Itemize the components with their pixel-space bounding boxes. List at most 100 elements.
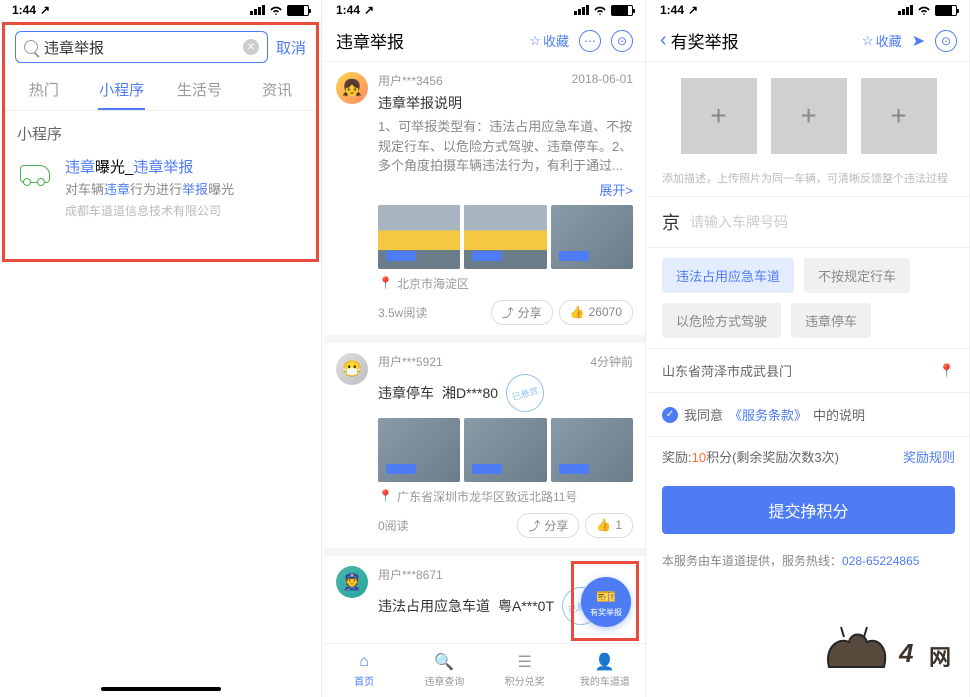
tag-option[interactable]: 违法占用应急车道 — [662, 258, 794, 293]
status-bar: 1:44 ↗ — [648, 0, 969, 20]
post-user: 用户***5921 — [378, 353, 443, 370]
clear-icon[interactable]: ✕ — [243, 39, 259, 55]
upload-slot[interactable]: + — [771, 78, 847, 154]
reads-count: 0阅读 — [378, 517, 409, 534]
signal-icon — [250, 5, 265, 15]
fab-label: 有奖举报 — [590, 607, 622, 618]
nav-points[interactable]: ☰积分兑奖 — [485, 644, 565, 697]
post-item[interactable]: 👧 用户***34562018-06-01 违章举报说明 1、可举报类型有：违法… — [324, 62, 645, 343]
nav-mine[interactable]: 👤我的车道道 — [565, 644, 645, 697]
post-location: 📍 北京市海淀区 — [378, 275, 633, 292]
expand-button[interactable]: 展开> — [378, 180, 633, 199]
battery-icon — [287, 5, 309, 16]
ticket-icon: 🎫 — [596, 587, 616, 607]
close-button[interactable]: ⊙ — [935, 30, 957, 52]
status-bar: 1:44 ↗ — [324, 0, 645, 20]
search-result-item[interactable]: 违章曝光_违章举报 对车辆违章行为进行举报曝光 成都车道道信息技术有限公司 — [17, 156, 304, 219]
tag-option[interactable]: 以危险方式驾驶 — [662, 303, 781, 338]
user-icon: 👤 — [595, 653, 615, 671]
terms-link[interactable]: 《服务条款》 — [729, 405, 807, 424]
upload-row: + + + — [648, 62, 969, 170]
page-title: 有奖举报 — [671, 28, 862, 53]
tab-news[interactable]: 资讯 — [238, 69, 316, 110]
agree-row[interactable]: ✓ 我同意 《服务条款》 中的说明 — [648, 393, 969, 436]
like-button[interactable]: 👍 1 — [585, 513, 633, 538]
result-title: 违章曝光_违章举报 — [65, 156, 304, 177]
tab-miniapp[interactable]: 小程序 — [83, 69, 161, 110]
hotline-link[interactable]: 028-65224865 — [842, 554, 919, 568]
share-button[interactable]: ⤴ 分享 — [517, 513, 579, 538]
stamp-icon: 已悬赏 — [502, 369, 549, 416]
post-item[interactable]: 😷 用户***59214分钟前 违章停车 湘D***80 已悬赏 📍 广东省深圳… — [324, 343, 645, 556]
favorite-button[interactable]: ☆ 收藏 — [862, 31, 902, 50]
wifi-icon — [917, 5, 931, 15]
status-time: 1:44 — [12, 3, 36, 17]
fab-report-button[interactable]: 🎫 有奖举报 — [581, 577, 631, 627]
wifi-icon — [593, 5, 607, 15]
tag-option[interactable]: 违章停车 — [791, 303, 871, 338]
battery-icon — [935, 5, 957, 16]
plate-prefix[interactable]: 京 — [662, 209, 680, 235]
plate-number: 粤A***0T — [498, 596, 554, 616]
post-images[interactable] — [378, 205, 633, 269]
status-time: 1:44 — [336, 3, 360, 17]
car-icon — [17, 156, 53, 192]
screen-2-feed: 1:44 ↗ 违章举报 ☆ 收藏 ⋯ ⊙ 👧 用户***34562018-06-0… — [324, 0, 646, 697]
status-bar: 1:44 ↗ — [0, 0, 321, 20]
tag-option[interactable]: 不按规定行车 — [804, 258, 910, 293]
upload-slot[interactable]: + — [861, 78, 937, 154]
plate-input[interactable]: 请输入车牌号码 — [690, 212, 788, 232]
reward-rules-link[interactable]: 奖励规则 — [903, 447, 955, 466]
svg-text:4: 4 — [898, 638, 914, 668]
location-arrow-icon: ↗ — [364, 3, 374, 17]
upload-hint: 添加描述，上传照片为同一车辆，可清晰反馈整个违法过程 — [648, 170, 969, 196]
search-icon: 🔍 — [434, 653, 454, 671]
avatar: 😷 — [336, 353, 368, 385]
post-images[interactable] — [378, 418, 633, 482]
nav-query[interactable]: 🔍违章查询 — [404, 644, 484, 697]
plate-number: 湘D***80 — [442, 383, 498, 403]
back-button[interactable]: ‹ — [660, 29, 667, 52]
status-time: 1:44 — [660, 3, 684, 17]
upload-slot[interactable]: + — [681, 78, 757, 154]
checkbox-checked-icon[interactable]: ✓ — [662, 407, 678, 423]
search-value: 违章举报 — [44, 37, 237, 58]
reads-count: 3.5w阅读 — [378, 304, 427, 321]
post-location: 📍 广东省深圳市龙华区致远北路11号 — [378, 488, 633, 505]
reward-row: 奖励:10积分(剩余奖励次数3次) 奖励规则 — [648, 437, 969, 476]
location-arrow-icon: ↗ — [40, 3, 50, 17]
watermark: 4网 — [809, 617, 969, 677]
wifi-icon — [269, 5, 283, 15]
search-icon — [24, 40, 38, 54]
search-input[interactable]: 违章举报 ✕ — [15, 31, 268, 63]
search-row: 违章举报 ✕ 取消 — [5, 25, 316, 69]
reward-number: 10 — [692, 450, 706, 465]
tab-life[interactable]: 生活号 — [161, 69, 239, 110]
screen-1-search: 1:44 ↗ 违章举报 ✕ 取消 热门 小程序 生活号 资讯 小程序 — [0, 0, 322, 697]
tabs: 热门 小程序 生活号 资讯 — [5, 69, 316, 111]
cancel-button[interactable]: 取消 — [276, 37, 306, 58]
service-note: 本服务由车道道提供，服务热线：028-65224865 — [648, 544, 969, 577]
plate-input-row[interactable]: 京 请输入车牌号码 — [648, 197, 969, 247]
submit-button[interactable]: 提交挣积分 — [662, 486, 955, 534]
result-desc: 对车辆违章行为进行举报曝光 — [65, 179, 304, 198]
location-row[interactable]: 山东省菏泽市成武县门 📍 — [648, 349, 969, 392]
screen-3-report-form: 1:44 ↗ ‹ 有奖举报 ☆ 收藏 ➤ ⊙ + + + 添加描述，上传照片为同一… — [648, 0, 970, 697]
nav-home[interactable]: ⌂首页 — [324, 644, 404, 697]
signal-icon — [898, 5, 913, 15]
violation-tags: 违法占用应急车道 不按规定行车 以危险方式驾驶 违章停车 — [648, 248, 969, 348]
favorite-button[interactable]: ☆ 收藏 — [529, 31, 569, 50]
share-button[interactable]: ⤴ 分享 — [491, 300, 553, 325]
home-indicator[interactable] — [101, 687, 221, 691]
post-time: 4分钟前 — [590, 353, 633, 370]
page-title: 违章举报 — [336, 28, 529, 53]
post-desc: 1、可举报类型有：违法占用应急车道、不按规定行车、以危险方式驾驶、违章停车。2、… — [378, 117, 633, 176]
navigate-icon[interactable]: ➤ — [912, 31, 925, 51]
location-arrow-icon: ↗ — [688, 3, 698, 17]
more-button[interactable]: ⋯ — [579, 30, 601, 52]
like-button[interactable]: 👍 26070 — [559, 300, 633, 325]
result-meta: 成都车道道信息技术有限公司 — [65, 202, 304, 219]
close-button[interactable]: ⊙ — [611, 30, 633, 52]
pin-icon[interactable]: 📍 — [939, 363, 955, 379]
tab-hot[interactable]: 热门 — [5, 69, 83, 110]
